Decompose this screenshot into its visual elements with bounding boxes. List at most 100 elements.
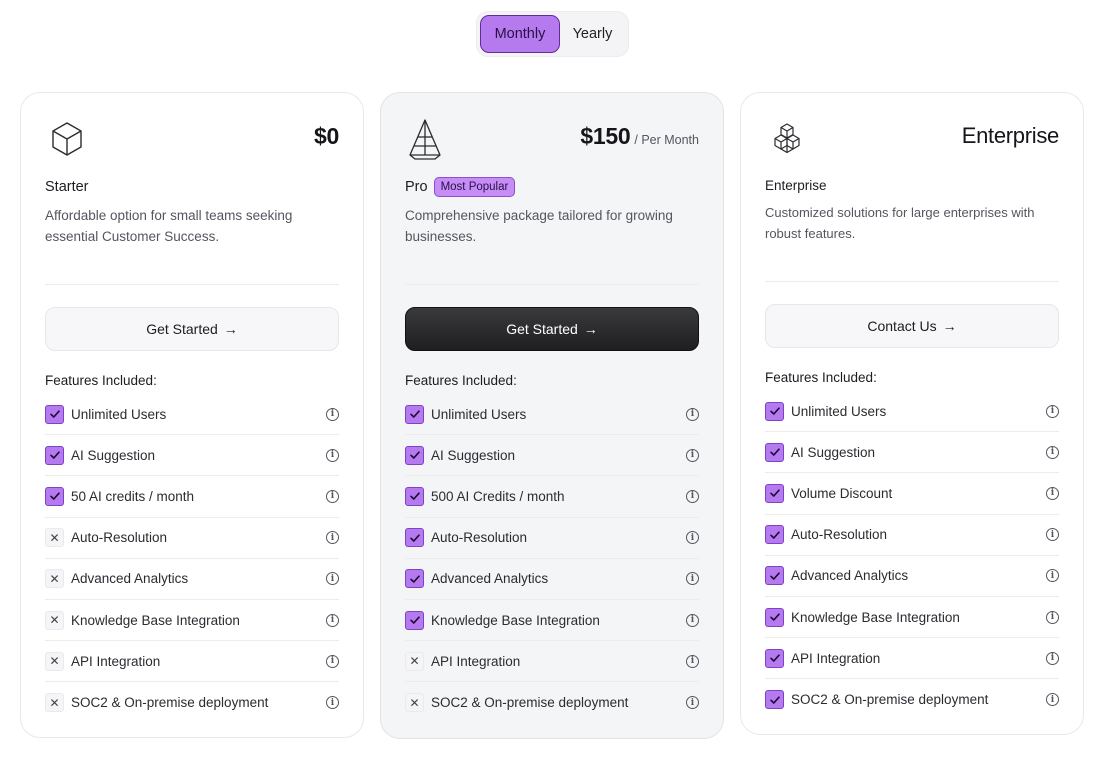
- checkbox-checked-icon: [45, 445, 64, 465]
- plan-name: Enterprise: [765, 178, 827, 193]
- feature-label: 50 AI credits / month: [71, 488, 195, 504]
- billing-toggle: Monthly Yearly: [476, 11, 629, 57]
- yearly-toggle-button[interactable]: Yearly: [560, 15, 625, 53]
- info-icon[interactable]: i: [1046, 445, 1059, 459]
- cta-label: Contact Us: [867, 318, 937, 334]
- info-icon[interactable]: i: [326, 654, 339, 668]
- info-icon[interactable]: i: [326, 407, 339, 421]
- cube-icon: [52, 122, 82, 156]
- checkbox-checked-icon: [405, 569, 424, 589]
- arrow-right-icon: →: [223, 321, 238, 337]
- feature-label: API Integration: [431, 653, 521, 669]
- divider: [765, 281, 1059, 282]
- get-started-button[interactable]: Get Started →: [405, 307, 699, 351]
- plan-price: Enterprise: [961, 123, 1060, 148]
- feature-row: ✕ Auto-Resolution i: [45, 518, 339, 559]
- feature-label: API Integration: [791, 650, 881, 666]
- cta-label: Get Started: [146, 321, 218, 337]
- plan-name-row: Enterprise: [765, 178, 827, 193]
- feature-row: ✕ API Integration i: [45, 641, 339, 683]
- plan-price: $0: [314, 123, 339, 149]
- info-icon[interactable]: i: [686, 531, 699, 545]
- feature-label: Auto-Resolution: [71, 530, 168, 546]
- checkbox-checked-icon: [765, 442, 784, 462]
- x-icon: ✕: [405, 651, 424, 671]
- features-title: Features Included:: [765, 370, 877, 385]
- plan-card-enterprise: Enterprise Enterprise Customized solutio…: [740, 92, 1084, 735]
- feature-row: Unlimited Users i: [45, 394, 339, 436]
- feature-label: AI Suggestion: [431, 447, 516, 463]
- arrow-right-icon: →: [942, 318, 957, 334]
- feature-row: Volume Discount i: [765, 473, 1059, 515]
- checkbox-checked-icon: [765, 607, 784, 627]
- x-icon: ✕: [45, 651, 64, 671]
- info-icon[interactable]: i: [1046, 569, 1059, 583]
- info-icon[interactable]: i: [1046, 693, 1059, 707]
- feature-row: Unlimited Users i: [765, 391, 1059, 433]
- monthly-toggle-button[interactable]: Monthly: [480, 15, 560, 53]
- features-list: Unlimited Users i AI Suggestion i 500 AI Cre…: [405, 394, 699, 724]
- feature-row: AI Suggestion i: [765, 432, 1059, 474]
- feature-row: Knowledge Base Integration i: [765, 597, 1059, 639]
- plan-description: Customized solutions for large enterpris…: [765, 205, 1035, 241]
- info-icon[interactable]: i: [686, 572, 699, 586]
- divider: [45, 284, 339, 285]
- plan-card-starter: $0 Starter Affordable option for small t…: [20, 92, 364, 738]
- feature-row: Knowledge Base Integration i: [405, 600, 699, 642]
- feature-row: Auto-Resolution i: [765, 515, 1059, 556]
- info-icon[interactable]: i: [1046, 651, 1059, 665]
- info-icon[interactable]: i: [686, 654, 699, 668]
- x-icon: ✕: [405, 693, 424, 713]
- feature-row: ✕ SOC2 & On-premise deployment i: [45, 682, 339, 723]
- plan-price: $150: [580, 123, 631, 149]
- info-icon[interactable]: i: [326, 489, 339, 503]
- feature-label: Advanced Analytics: [791, 568, 909, 584]
- price-period: / Per Month: [634, 133, 699, 147]
- feature-label: Unlimited Users: [791, 403, 887, 419]
- info-icon[interactable]: i: [686, 696, 699, 710]
- info-icon[interactable]: i: [326, 531, 339, 545]
- get-started-button[interactable]: Get Started →: [45, 307, 339, 351]
- feature-label: Knowledge Base Integration: [791, 609, 960, 625]
- feature-row: ✕ API Integration i: [405, 641, 699, 683]
- contact-us-button[interactable]: Contact Us →: [765, 304, 1059, 348]
- plan-name: Starter: [45, 179, 89, 195]
- feature-label: Advanced Analytics: [431, 571, 549, 587]
- info-icon[interactable]: i: [1046, 610, 1059, 624]
- x-icon: ✕: [45, 610, 64, 630]
- features-list: Unlimited Users i AI Suggestion i Volume Dis…: [765, 391, 1059, 721]
- checkbox-checked-icon: [765, 648, 784, 668]
- plan-name: Pro: [405, 179, 428, 195]
- feature-row: Unlimited Users i: [405, 394, 699, 436]
- feature-label: Knowledge Base Integration: [431, 612, 600, 628]
- x-icon: ✕: [45, 569, 64, 589]
- feature-row: AI Suggestion i: [405, 435, 699, 477]
- info-icon[interactable]: i: [686, 613, 699, 627]
- checkbox-checked-icon: [765, 483, 784, 503]
- info-icon[interactable]: i: [326, 613, 339, 627]
- info-icon[interactable]: i: [686, 448, 699, 462]
- info-icon[interactable]: i: [326, 448, 339, 462]
- checkbox-checked-icon: [765, 525, 784, 545]
- checkbox-checked-icon: [765, 690, 784, 710]
- feature-label: Advanced Analytics: [71, 571, 189, 587]
- info-icon[interactable]: i: [686, 489, 699, 503]
- features-title: Features Included:: [45, 373, 157, 388]
- arrow-right-icon: →: [583, 321, 598, 337]
- plan-description: Affordable option for small teams seekin…: [45, 208, 293, 244]
- feature-row: Advanced Analytics i: [405, 559, 699, 600]
- info-icon[interactable]: i: [1046, 528, 1059, 542]
- feature-label: SOC2 & On-premise deployment: [431, 695, 629, 711]
- info-icon[interactable]: i: [1046, 486, 1059, 500]
- info-icon[interactable]: i: [686, 407, 699, 421]
- plan-name-row: Starter: [45, 179, 89, 195]
- x-icon: ✕: [45, 693, 64, 713]
- info-icon[interactable]: i: [326, 696, 339, 710]
- feature-label: 500 AI Credits / month: [431, 488, 565, 504]
- stacked-cubes-icon: [774, 123, 800, 154]
- feature-row: 50 AI credits / month i: [45, 476, 339, 518]
- info-icon[interactable]: i: [326, 572, 339, 586]
- feature-label: SOC2 & On-premise deployment: [71, 695, 269, 711]
- feature-row: Advanced Analytics i: [765, 556, 1059, 597]
- info-icon[interactable]: i: [1046, 404, 1059, 418]
